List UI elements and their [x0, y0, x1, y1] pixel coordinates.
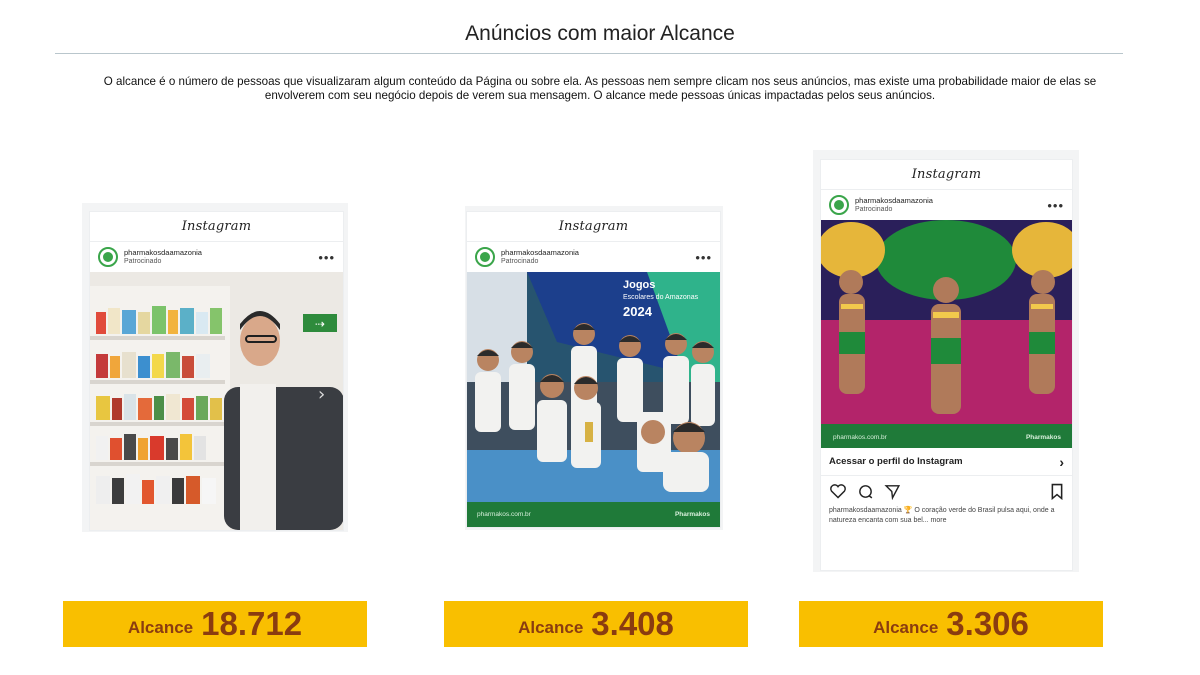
account-name[interactable]: pharmakosdaamazonia [124, 248, 318, 257]
banner-year: 2024 [623, 304, 653, 319]
reach-label: Alcance [518, 618, 584, 637]
profile-link-row[interactable]: Acessar o perfil do Instagram › [821, 448, 1072, 476]
ad-card-3[interactable]: Instagram pharmakosdaamazonia Patrocinad… [821, 160, 1072, 570]
banner-title: Jogos [623, 279, 655, 291]
page-title: Anúncios com maior Alcance [465, 22, 735, 45]
ad-image-2: Jogos Escolares do Amazonas 2024 [467, 272, 720, 502]
post-caption: pharmakosdaamazonia 🏆 O coração verde do… [829, 507, 1055, 524]
more-icon[interactable]: ••• [695, 250, 712, 265]
instagram-logo: Instagram [911, 167, 982, 182]
reach-value: 3.408 [591, 605, 674, 642]
ad-image-3: pharmakos.com.br Pharmakos [821, 220, 1072, 448]
instagram-logo: Instagram [181, 219, 252, 234]
footer-brand: Pharmakos [674, 511, 710, 518]
heart-icon[interactable] [829, 483, 847, 499]
post-actions [821, 476, 1072, 506]
reach-description: O alcance é o número de pessoas que visu… [103, 75, 1097, 102]
instagram-logo: Instagram [558, 219, 629, 234]
banner-subtitle: Escolares do Amazonas [623, 294, 699, 301]
reach-value: 3.306 [946, 605, 1029, 642]
instagram-header: Instagram [90, 212, 343, 242]
more-icon[interactable]: ••• [1047, 198, 1064, 213]
instagram-header: Instagram [821, 160, 1072, 190]
footer-brand: Pharmakos [1026, 434, 1061, 441]
instagram-header: Instagram [467, 212, 720, 242]
reach-metric-1: Alcance 18.712 [63, 601, 367, 647]
reach-metric-2: Alcance 3.408 [444, 601, 748, 647]
reach-label: Alcance [127, 618, 194, 637]
footer-link[interactable]: pharmakos.com.br [477, 511, 531, 518]
exit-sign-icon: ⇢ [303, 314, 337, 332]
reach-metric-3: Alcance 3.306 [799, 601, 1103, 647]
avatar[interactable] [829, 195, 849, 215]
share-icon[interactable] [884, 483, 901, 500]
reach-value: 18.712 [201, 605, 303, 642]
profile-link[interactable]: Acessar o perfil do Instagram [829, 456, 963, 467]
avatar[interactable] [475, 247, 495, 267]
account-name[interactable]: pharmakosdaamazonia [855, 196, 1047, 205]
ad-card-2[interactable]: Instagram pharmakosdaamazonia Patrocinad… [467, 212, 720, 527]
sponsored-label: Patrocinado [855, 206, 893, 213]
account-row: pharmakosdaamazonia Patrocinado ••• [467, 242, 720, 272]
account-row: pharmakosdaamazonia Patrocinado ••• [90, 242, 343, 272]
ad-footer-bar: pharmakos.com.br Pharmakos [467, 502, 720, 527]
account-row: pharmakosdaamazonia Patrocinado ••• [821, 190, 1072, 220]
avatar[interactable] [98, 247, 118, 267]
bookmark-icon[interactable] [1050, 483, 1064, 500]
sponsored-label: Patrocinado [124, 258, 162, 265]
more-icon[interactable]: ••• [318, 250, 335, 265]
footer-link: pharmakos.com.br [833, 434, 888, 441]
ad-image-1: ⇢ › [90, 272, 343, 530]
reach-label: Alcance [873, 618, 939, 637]
sponsored-label: Patrocinado [501, 258, 539, 265]
title-divider [55, 53, 1123, 54]
comment-icon[interactable] [857, 483, 874, 500]
svg-text:⇢: ⇢ [315, 317, 325, 331]
ad-card-1[interactable]: Instagram pharmakosdaamazonia Patrocinad… [90, 212, 343, 530]
account-name[interactable]: pharmakosdaamazonia [501, 248, 695, 257]
chevron-right-icon[interactable]: › [1059, 454, 1064, 470]
chevron-right-icon: › [318, 384, 325, 405]
